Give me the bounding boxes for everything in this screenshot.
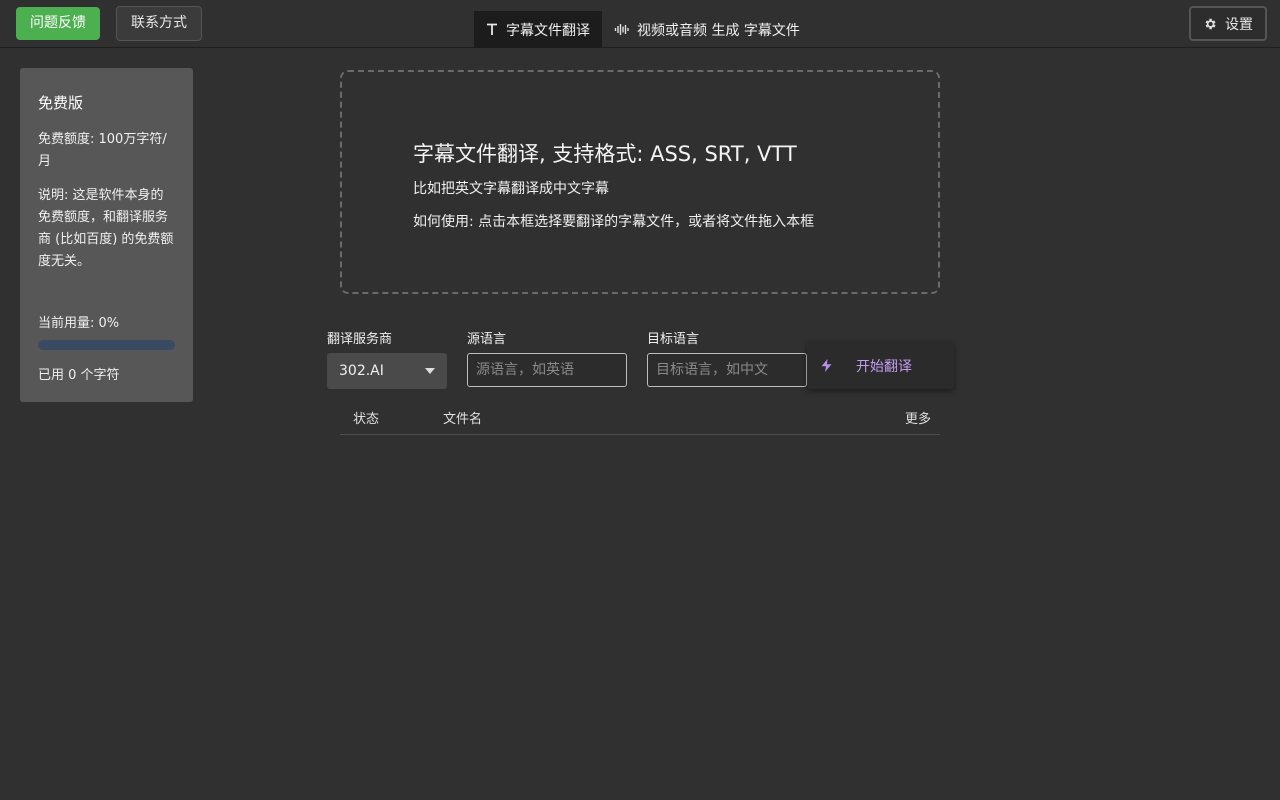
- plan-card: 免费版 免费额度: 100万字符/月 说明: 这是软件本身的免费额度，和翻译服务…: [20, 68, 193, 402]
- tab-subtitle-translate[interactable]: 字幕文件翻译: [474, 11, 602, 48]
- column-status: 状态: [353, 412, 380, 427]
- top-bar: 问题反馈 联系方式 字幕文件翻译 视频或音频 生成 字幕文件 设置: [0, 0, 1280, 48]
- gear-icon: [1203, 17, 1217, 31]
- tab-label: 视频或音频 生成 字幕文件: [637, 22, 800, 39]
- start-translate-label: 开始翻译: [856, 358, 912, 375]
- source-language-label: 源语言: [467, 332, 507, 347]
- column-filename: 文件名: [443, 412, 483, 427]
- tab-label: 字幕文件翻译: [506, 22, 590, 39]
- usage-progress-bar: [38, 340, 175, 350]
- settings-label: 设置: [1225, 16, 1253, 33]
- feedback-button[interactable]: 问题反馈: [16, 7, 100, 40]
- source-language-input[interactable]: [467, 353, 627, 387]
- audio-wave-icon: [614, 23, 629, 36]
- provider-select[interactable]: 302.AI: [327, 353, 447, 389]
- dropzone-example: 比如把英文字幕翻译成中文字幕: [413, 181, 609, 197]
- text-icon: [486, 23, 498, 36]
- file-table-header: 状态 文件名 更多: [340, 398, 940, 435]
- target-language-label: 目标语言: [647, 332, 700, 347]
- plan-usage-label: 当前用量: 0%: [38, 316, 120, 331]
- provider-label: 翻译服务商: [327, 332, 393, 347]
- bolt-icon: [821, 359, 832, 372]
- plan-quota: 免费额度: 100万字符/月: [38, 132, 167, 169]
- target-language-input[interactable]: [647, 353, 807, 387]
- dropzone-title: 字幕文件翻译, 支持格式: ASS, SRT, VTT: [413, 142, 797, 166]
- start-translate-button[interactable]: 开始翻译: [807, 342, 954, 389]
- plan-title: 免费版: [38, 94, 84, 112]
- column-more[interactable]: 更多: [905, 408, 931, 427]
- contact-button[interactable]: 联系方式: [116, 6, 202, 41]
- file-drop-zone[interactable]: 字幕文件翻译, 支持格式: ASS, SRT, VTT 比如把英文字幕翻译成中文…: [340, 70, 940, 294]
- dropzone-howto: 如何使用: 点击本框选择要翻译的字幕文件，或者将文件拖入本框: [413, 214, 815, 230]
- plan-note: 说明: 这是软件本身的免费额度，和翻译服务商 (比如百度) 的免费额度无关。: [38, 188, 174, 269]
- plan-used-text: 已用 0 个字符: [38, 368, 120, 383]
- caret-down-icon: [425, 368, 435, 374]
- mode-tabs: 字幕文件翻译 视频或音频 生成 字幕文件: [474, 11, 812, 48]
- provider-value: 302.AI: [339, 363, 384, 379]
- tab-generate-subtitles[interactable]: 视频或音频 生成 字幕文件: [602, 11, 812, 48]
- settings-button[interactable]: 设置: [1189, 6, 1267, 41]
